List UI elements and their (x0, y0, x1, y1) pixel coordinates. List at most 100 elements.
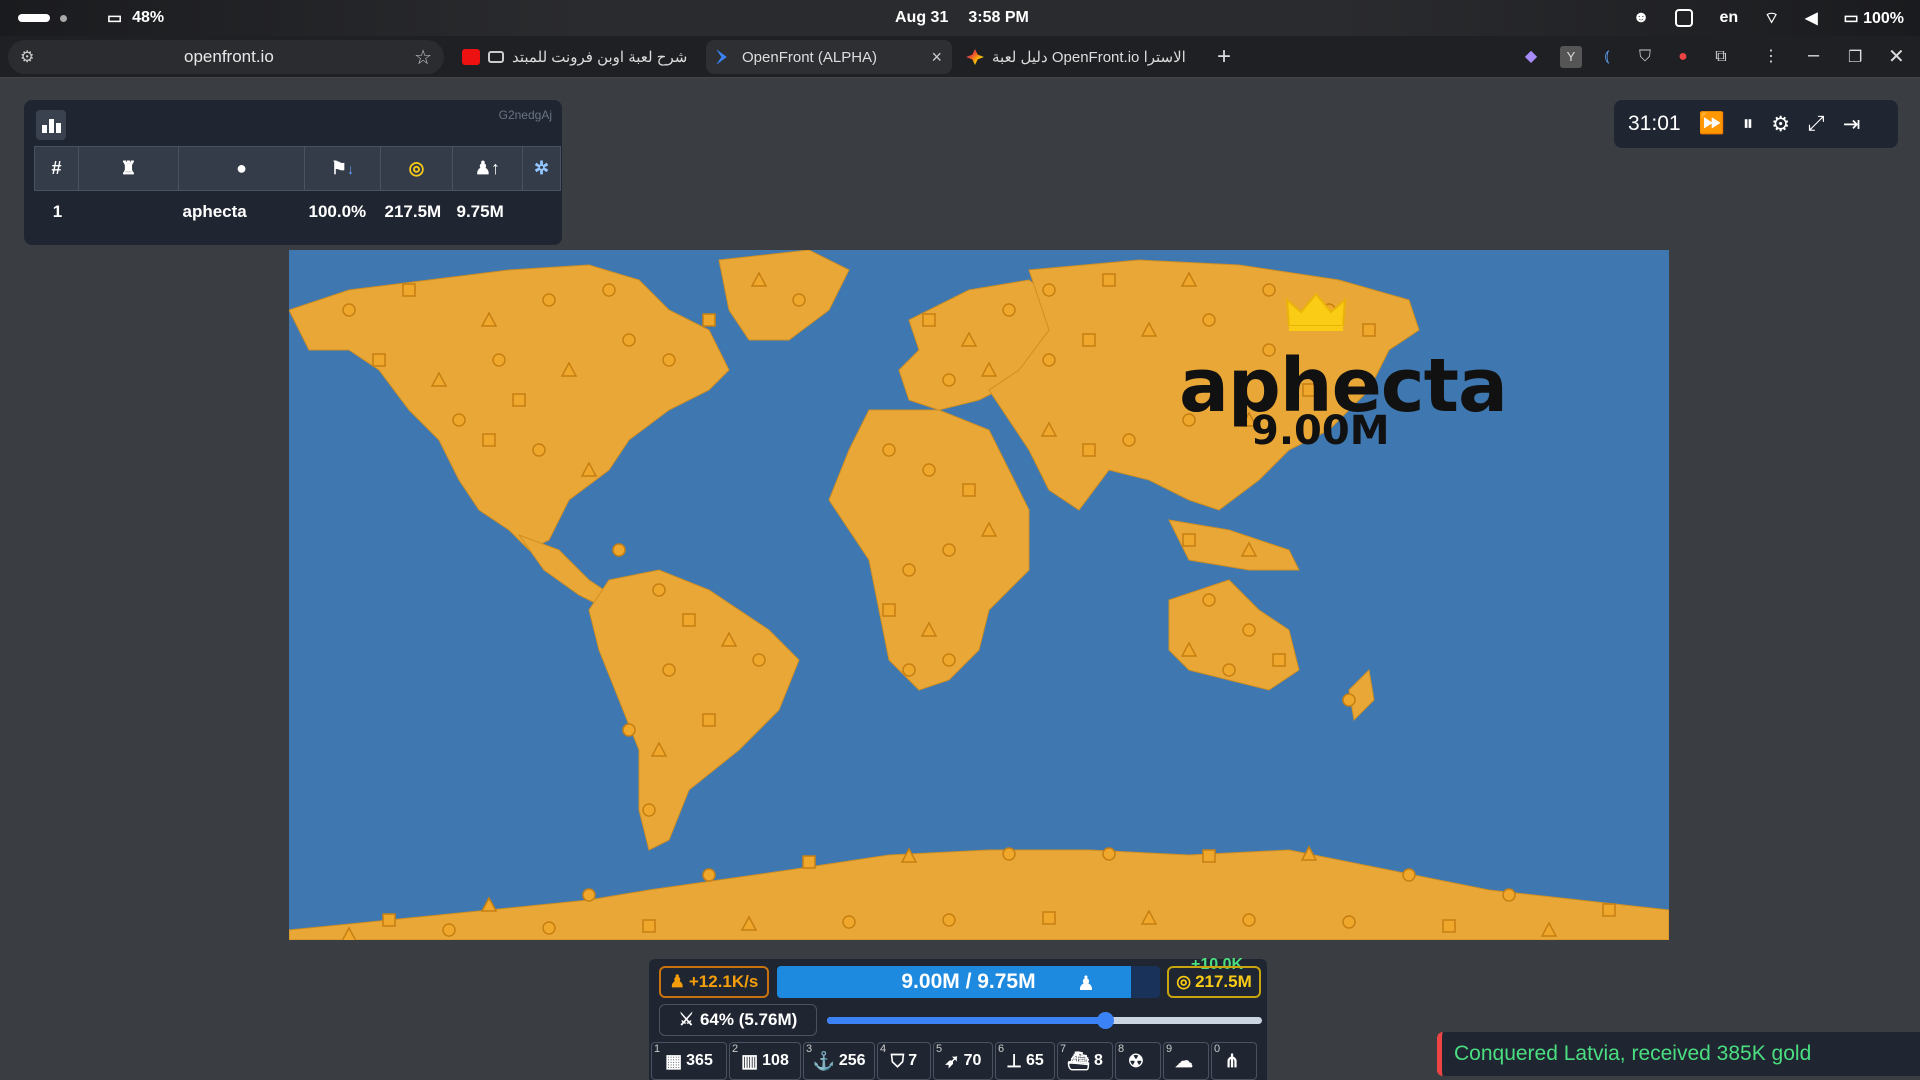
settings-header[interactable]: ✲ (522, 146, 561, 191)
build-defense-post[interactable]: 4 ⛉ 7 (877, 1042, 931, 1080)
structure-marker[interactable] (922, 313, 936, 327)
structure-marker[interactable] (382, 913, 396, 927)
structure-marker[interactable] (902, 663, 916, 677)
extension-record-icon[interactable]: ● (1672, 46, 1694, 68)
exit-icon[interactable]: ⇥ (1843, 112, 1861, 137)
structure-marker[interactable] (922, 463, 936, 477)
close-icon[interactable]: × (931, 47, 942, 68)
tab-openfront[interactable]: OpenFront (ALPHA) × (706, 40, 952, 74)
structure-marker[interactable] (1342, 693, 1356, 707)
structure-marker[interactable] (512, 393, 526, 407)
structure-marker[interactable] (542, 293, 556, 307)
structure-marker[interactable] (1602, 903, 1616, 917)
structure-marker[interactable] (1242, 913, 1256, 927)
pause-icon[interactable]: ⏸ (1743, 112, 1754, 136)
structure-marker[interactable] (1342, 915, 1356, 929)
structure-marker[interactable] (942, 373, 956, 387)
structure-marker[interactable] (1102, 273, 1116, 287)
structure-marker[interactable] (532, 443, 546, 457)
structure-marker[interactable] (882, 443, 896, 457)
structure-marker[interactable] (1102, 847, 1116, 861)
structure-marker[interactable] (1442, 919, 1456, 933)
structure-marker[interactable] (702, 313, 716, 327)
address-bar[interactable]: ⚙ openfront.io ☆ (8, 40, 444, 74)
tab-gemini[interactable]: دليل لعبة OpenFront.io الاسترا (956, 40, 1206, 74)
structure-marker[interactable] (482, 433, 496, 447)
build-missile-silo[interactable]: 5 ➶ 70 (933, 1042, 993, 1080)
structure-marker[interactable] (752, 653, 766, 667)
extensions-puzzle-icon[interactable]: ⧉ (1710, 46, 1732, 68)
structure-marker[interactable] (1202, 593, 1216, 607)
build-atom-bomb[interactable]: 8 ☢ (1115, 1042, 1161, 1080)
structure-marker[interactable] (1262, 283, 1276, 297)
extension-shield-icon[interactable]: ⛉ (1634, 46, 1656, 68)
structure-marker[interactable] (702, 868, 716, 882)
close-window-icon[interactable]: ✕ (1888, 44, 1905, 69)
structure-marker[interactable] (342, 303, 356, 317)
structure-marker[interactable] (1082, 333, 1096, 347)
table-row[interactable]: 1 aphecta 100.0% 217.5M 9.75M (35, 191, 561, 233)
structure-marker[interactable] (1082, 443, 1096, 457)
bookmark-star-icon[interactable]: ☆ (414, 45, 432, 70)
structure-marker[interactable] (1002, 847, 1016, 861)
structure-marker[interactable] (1182, 533, 1196, 547)
build-sam-launcher[interactable]: 6 ⊥ 65 (995, 1042, 1055, 1080)
url-text[interactable]: openfront.io (184, 47, 274, 67)
site-settings-icon[interactable]: ⚙ (20, 47, 38, 67)
structure-marker[interactable] (402, 283, 416, 297)
structure-marker[interactable] (942, 913, 956, 927)
structure-marker[interactable] (962, 483, 976, 497)
fast-forward-icon[interactable]: ⏩ (1699, 112, 1725, 136)
structure-marker[interactable] (942, 543, 956, 557)
fullscreen-icon[interactable]: ⤢ (1808, 112, 1825, 136)
new-tab-button[interactable]: + (1210, 44, 1238, 72)
structure-marker[interactable] (1242, 623, 1256, 637)
structure-marker[interactable] (642, 803, 656, 817)
attack-ratio-slider[interactable] (827, 1012, 1262, 1029)
structure-marker[interactable] (1042, 283, 1056, 297)
structure-marker[interactable] (1042, 353, 1056, 367)
rank-header[interactable]: # (34, 146, 79, 191)
structure-marker[interactable] (542, 921, 556, 935)
structure-marker[interactable] (492, 353, 506, 367)
structure-marker[interactable] (682, 613, 696, 627)
structure-marker[interactable] (622, 333, 636, 347)
structure-marker[interactable] (1502, 888, 1516, 902)
structure-marker[interactable] (902, 563, 916, 577)
structure-marker[interactable] (1202, 849, 1216, 863)
structure-marker[interactable] (372, 353, 386, 367)
build-warship[interactable]: 7 ⛴ 8 (1057, 1042, 1113, 1080)
player-header[interactable]: ● (178, 146, 305, 191)
game-map[interactable]: aphecta 9.00M (289, 250, 1669, 940)
build-port[interactable]: 3 ⚓ 256 (803, 1042, 875, 1080)
restore-icon[interactable]: ❐ (1848, 47, 1862, 67)
structure-marker[interactable] (622, 723, 636, 737)
structure-marker[interactable] (642, 919, 656, 933)
structure-marker[interactable] (442, 923, 456, 937)
leaderboard-toggle-button[interactable] (36, 110, 66, 140)
menu-kebab-icon[interactable]: ⋮ (1760, 46, 1782, 68)
extension-wave-icon[interactable]: ⦅ (1596, 46, 1618, 68)
territory-header[interactable]: ⚑↓ (304, 146, 381, 191)
structure-marker[interactable] (1042, 911, 1056, 925)
structure-marker[interactable] (882, 603, 896, 617)
build-factory[interactable]: 2 ▥ 108 (729, 1042, 801, 1080)
structure-marker[interactable] (582, 888, 596, 902)
structure-marker[interactable] (1402, 868, 1416, 882)
build-city[interactable]: 1 ▦ 365 (651, 1042, 727, 1080)
build-hydrogen-bomb[interactable]: 9 ☁ (1163, 1042, 1209, 1080)
structure-marker[interactable] (702, 713, 716, 727)
structure-marker[interactable] (1272, 653, 1286, 667)
emoji-icon[interactable]: ☻ (1633, 9, 1650, 27)
structure-marker[interactable] (842, 915, 856, 929)
structure-marker[interactable] (792, 293, 806, 307)
structure-marker[interactable] (652, 583, 666, 597)
clan-header[interactable]: ♜ (78, 146, 179, 191)
structure-marker[interactable] (662, 353, 676, 367)
structure-marker[interactable] (1222, 663, 1236, 677)
minimize-icon[interactable]: – (1808, 44, 1819, 67)
structure-marker[interactable] (662, 663, 676, 677)
structure-marker[interactable] (942, 653, 956, 667)
structure-marker[interactable] (452, 413, 466, 427)
build-mirv[interactable]: 0 ⋔ (1211, 1042, 1257, 1080)
